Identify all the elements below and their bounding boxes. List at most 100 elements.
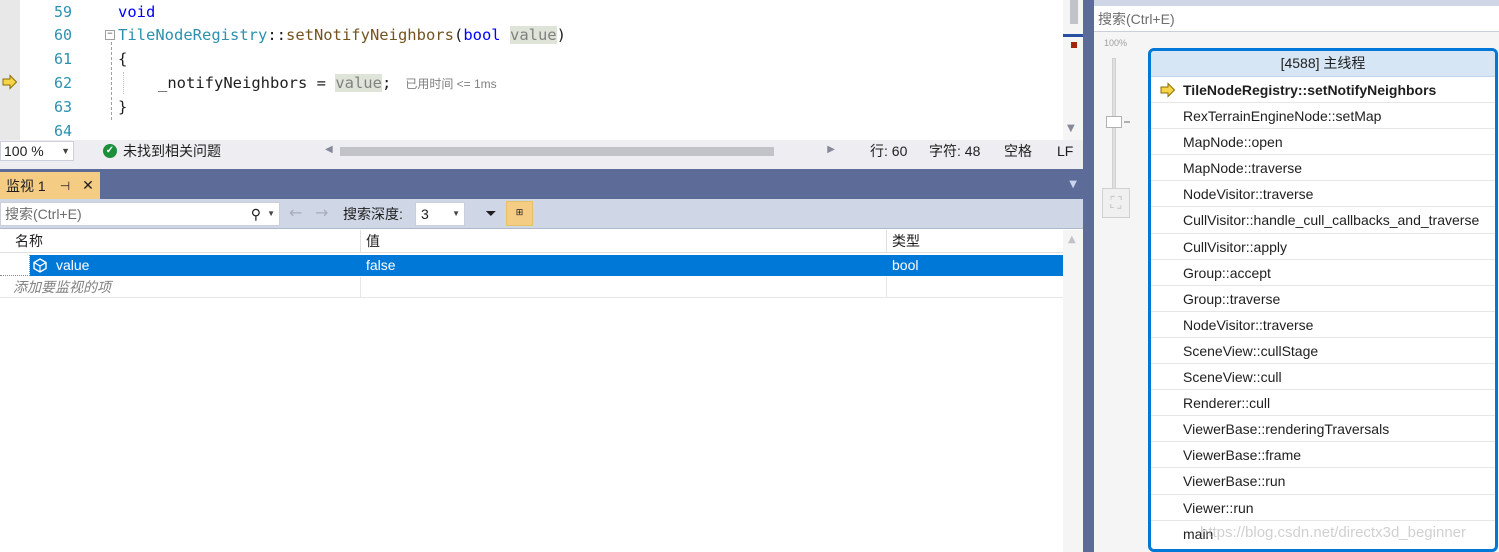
- code-line-60[interactable]: TileNodeRegistry::setNotifyNeighbors(boo…: [118, 23, 566, 47]
- frame-label: SceneView::cull: [1183, 369, 1282, 386]
- scroll-down-icon[interactable]: ▼: [1067, 123, 1075, 134]
- check-circle-icon: ✓: [103, 144, 117, 158]
- method-name: setNotifyNeighbors: [285, 26, 454, 44]
- frame-label: RexTerrainEngineNode::setMap: [1183, 108, 1382, 125]
- char-indicator[interactable]: 字符: 48: [929, 140, 980, 162]
- add-watch-row[interactable]: 添加要监视的项: [0, 277, 1063, 298]
- perf-tip[interactable]: 已用时间 <= 1ms: [405, 77, 496, 91]
- frame-label: MapNode::open: [1183, 134, 1283, 151]
- column-header-value[interactable]: 值: [361, 230, 887, 253]
- whitespace-indicator[interactable]: 空格: [1004, 140, 1032, 162]
- stack-frame[interactable]: CullVisitor::handle_cull_callbacks_and_t…: [1151, 207, 1495, 234]
- zoom-select[interactable]: 100 % ▼: [0, 141, 74, 161]
- line-number: 62: [53, 74, 72, 92]
- stack-frame[interactable]: NodeVisitor::traverse: [1151, 312, 1495, 338]
- slider-tick: [1124, 121, 1130, 123]
- stack-frame[interactable]: CullVisitor::apply: [1151, 234, 1495, 260]
- row-name: value: [56, 257, 90, 273]
- frame-label: SceneView::cullStage: [1183, 342, 1319, 359]
- frame-label: Group::accept: [1183, 264, 1271, 281]
- search-forward-icon[interactable]: →: [315, 203, 328, 222]
- stack-frame[interactable]: Viewer::run: [1151, 495, 1495, 521]
- search-depth-label: 搜索深度:: [343, 206, 403, 222]
- watch-tab-bar: 监视 1 ⊣ ✕ ▼: [0, 169, 1083, 199]
- class-name: TileNodeRegistry: [118, 26, 268, 44]
- line-ending-indicator[interactable]: LF: [1057, 140, 1073, 162]
- window-menu-chevron-icon[interactable]: ▼: [1069, 179, 1077, 190]
- watch-vertical-scrollbar[interactable]: ▲: [1063, 230, 1083, 552]
- close-brace: }: [118, 98, 128, 116]
- zoom-to-fit-icon[interactable]: ⛶: [1102, 188, 1130, 218]
- stack-frame[interactable]: ViewerBase::renderingTraversals: [1151, 416, 1495, 443]
- editor-vertical-scrollbar[interactable]: ▼: [1063, 0, 1083, 140]
- frame-label: ViewerBase::run: [1183, 473, 1286, 490]
- open-paren: (: [453, 26, 464, 44]
- stack-frame[interactable]: MapNode::traverse: [1151, 155, 1495, 182]
- collapse-outline-button[interactable]: −: [105, 30, 115, 40]
- code-line-63[interactable]: }: [118, 95, 127, 119]
- column-header-type[interactable]: 类型: [887, 230, 1063, 253]
- depth-value: 3: [421, 206, 429, 222]
- stack-frame[interactable]: SceneView::cullStage: [1151, 338, 1495, 365]
- close-icon[interactable]: ✕: [82, 177, 94, 194]
- chevron-down-icon[interactable]: ▼: [267, 203, 275, 225]
- stack-frame[interactable]: SceneView::cull: [1151, 364, 1495, 391]
- search-icon[interactable]: ⚲: [251, 203, 261, 225]
- scroll-up-icon[interactable]: ▲: [1068, 234, 1076, 245]
- frame-label: Viewer::run: [1183, 499, 1254, 516]
- slider-thumb[interactable]: [1106, 116, 1122, 128]
- tab-watch-1[interactable]: 监视 1 ⊣ ✕: [0, 172, 100, 199]
- watch-search-input[interactable]: 搜索(Ctrl+E) ⚲ ▼: [0, 202, 280, 226]
- grid-divider: [360, 277, 361, 298]
- member-variable: _notifyNeighbors: [158, 74, 308, 92]
- stack-frame[interactable]: NodeVisitor::traverse: [1151, 181, 1495, 208]
- stack-frame[interactable]: Renderer::cull: [1151, 390, 1495, 417]
- line-indicator[interactable]: 行: 60: [870, 140, 907, 162]
- frame-label: CullVisitor::handle_cull_callbacks_and_t…: [1183, 212, 1480, 229]
- glyph-margin[interactable]: [0, 0, 20, 140]
- code-editor[interactable]: 59 60 61 62 63 64 − void TileNodeRegistr…: [0, 0, 1083, 140]
- horizontal-splitter[interactable]: [0, 162, 1083, 169]
- search-depth-select[interactable]: 3 ▼: [415, 202, 465, 226]
- table-row[interactable]: value false bool: [0, 255, 1063, 276]
- zoom-label: 100%: [1104, 38, 1128, 48]
- stack-frame[interactable]: Group::traverse: [1151, 286, 1495, 312]
- search-placeholder: 搜索(Ctrl+E): [5, 206, 82, 222]
- frame-label: NodeVisitor::traverse: [1183, 186, 1314, 203]
- pin-icon[interactable]: ⊣: [60, 179, 70, 193]
- editor-horizontal-scrollbar[interactable]: ◀ ▶: [322, 144, 838, 158]
- code-line-61[interactable]: {: [118, 47, 127, 71]
- hex-display-toggle-icon[interactable]: ⊞: [506, 201, 533, 226]
- code-line-59[interactable]: void: [118, 0, 155, 24]
- search-back-icon[interactable]: ←: [289, 203, 302, 222]
- code-line-62[interactable]: _notifyNeighbors = value; 已用时间 <= 1ms: [158, 71, 497, 96]
- scroll-thumb[interactable]: [1070, 0, 1078, 24]
- thread-header[interactable]: [4588] 主线程: [1151, 51, 1495, 77]
- stacks-search-input[interactable]: 搜索(Ctrl+E): [1094, 6, 1499, 32]
- filter-pin-icon[interactable]: ⏷: [481, 203, 501, 225]
- thread-stack-box[interactable]: [4588] 主线程 TileNodeRegistry::setNotifyNe…: [1148, 48, 1498, 552]
- current-frame-arrow-icon: [1160, 82, 1176, 98]
- column-header-name[interactable]: 名称: [10, 230, 361, 253]
- stack-frame[interactable]: ViewerBase::frame: [1151, 442, 1495, 469]
- row-value[interactable]: false: [366, 255, 396, 276]
- line-number: 59: [53, 3, 72, 21]
- stack-frame[interactable]: Group::accept: [1151, 260, 1495, 286]
- frame-label: ViewerBase::renderingTraversals: [1183, 421, 1390, 438]
- frame-label: TileNodeRegistry::setNotifyNeighbors: [1183, 82, 1437, 98]
- stack-frame[interactable]: RexTerrainEngineNode::setMap: [1151, 103, 1495, 130]
- vertical-splitter[interactable]: [1083, 0, 1094, 552]
- row-type: bool: [892, 257, 919, 273]
- scroll-thumb[interactable]: [340, 147, 774, 156]
- line-number: 60: [53, 26, 72, 44]
- open-brace: {: [118, 50, 128, 68]
- frame-label: Renderer::cull: [1183, 395, 1271, 412]
- scope-operator: ::: [267, 26, 286, 44]
- scroll-right-icon[interactable]: ▶: [827, 144, 835, 155]
- scroll-left-icon[interactable]: ◀: [325, 144, 333, 155]
- stack-frame[interactable]: MapNode::open: [1151, 129, 1495, 156]
- issues-indicator[interactable]: ✓ 未找到相关问题: [103, 140, 221, 162]
- stack-frame[interactable]: ViewerBase::run: [1151, 468, 1495, 495]
- stack-frame[interactable]: TileNodeRegistry::setNotifyNeighbors: [1151, 77, 1495, 104]
- stack-frame[interactable]: main: [1151, 521, 1495, 547]
